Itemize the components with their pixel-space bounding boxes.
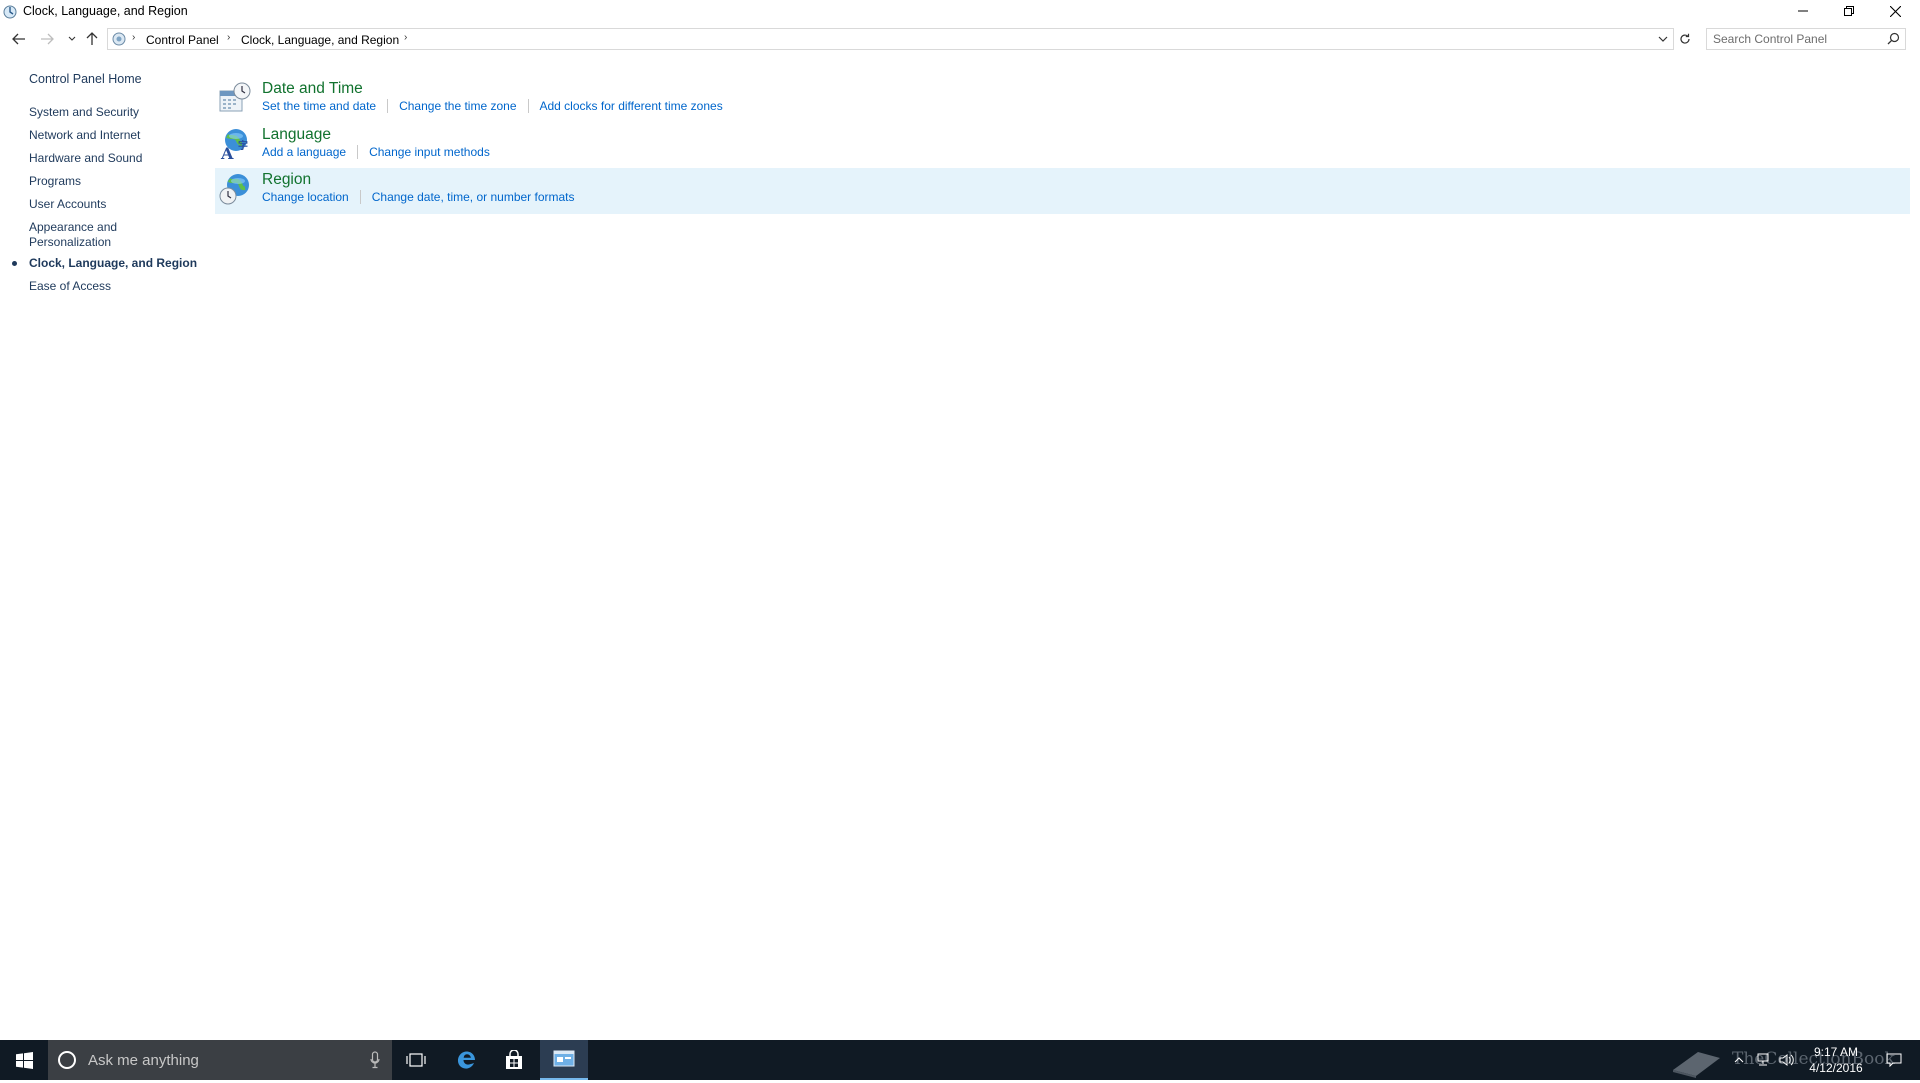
search-box[interactable] bbox=[1706, 28, 1906, 50]
change-time-zone-link[interactable]: Change the time zone bbox=[399, 99, 516, 113]
microphone-icon[interactable] bbox=[370, 1051, 380, 1074]
chevron-right-icon[interactable]: › bbox=[404, 32, 407, 43]
change-formats-link[interactable]: Change date, time, or number formats bbox=[372, 190, 575, 204]
chevron-down-icon bbox=[1658, 36, 1668, 42]
address-bar[interactable]: › Control Panel › Clock, Language, and R… bbox=[107, 28, 1674, 50]
breadcrumb-control-panel[interactable]: Control Panel bbox=[146, 33, 219, 47]
category-date-and-time: Date and Time Set the time and date Chan… bbox=[215, 77, 1910, 123]
network-icon bbox=[1757, 1053, 1769, 1066]
control-panel-icon bbox=[111, 31, 127, 47]
book-icon bbox=[1673, 1052, 1720, 1078]
recent-locations-button[interactable] bbox=[63, 30, 81, 48]
language-tasks: Add a language Change input methods bbox=[262, 145, 490, 159]
cortana-search-box[interactable]: Ask me anything bbox=[48, 1040, 392, 1080]
cortana-icon bbox=[58, 1051, 76, 1069]
region-tasks: Change location Change date, time, or nu… bbox=[262, 190, 575, 204]
date-and-time-icon[interactable] bbox=[218, 81, 252, 115]
refresh-icon bbox=[1680, 33, 1690, 44]
chevron-down-icon bbox=[68, 36, 76, 41]
title-bar: Clock, Language, and Region bbox=[0, 0, 1920, 24]
arrow-up-icon bbox=[86, 32, 98, 45]
windows-logo-icon bbox=[15, 1051, 33, 1069]
nav-ease-of-access[interactable]: Ease of Access bbox=[29, 279, 199, 294]
forward-button[interactable] bbox=[38, 30, 56, 48]
nav-programs[interactable]: Programs bbox=[29, 174, 199, 189]
back-button[interactable] bbox=[10, 30, 28, 48]
region-icon[interactable] bbox=[218, 172, 252, 206]
clock-time: 9:17 AM bbox=[1813, 1045, 1859, 1059]
show-hidden-icons-button[interactable] bbox=[1728, 1040, 1750, 1080]
refresh-button[interactable] bbox=[1676, 30, 1694, 48]
nav-system-and-security[interactable]: System and Security bbox=[29, 105, 199, 120]
edge-icon bbox=[457, 1051, 475, 1069]
arrow-right-icon bbox=[41, 33, 54, 45]
chevron-right-icon[interactable]: › bbox=[227, 32, 230, 43]
link-divider bbox=[527, 99, 529, 113]
nav-user-accounts[interactable]: User Accounts bbox=[29, 197, 199, 212]
svg-text:A: A bbox=[220, 144, 234, 161]
change-location-link[interactable]: Change location bbox=[262, 190, 349, 204]
current-section-bullet bbox=[12, 261, 17, 266]
nav-network-and-internet[interactable]: Network and Internet bbox=[29, 128, 199, 143]
category-language: A 字 Language Add a language Change input… bbox=[215, 123, 1910, 169]
arrow-left-icon bbox=[12, 33, 25, 45]
add-clocks-link[interactable]: Add clocks for different time zones bbox=[540, 99, 723, 113]
nav-clock-language-and-region[interactable]: Clock, Language, and Region bbox=[29, 256, 199, 271]
taskbar: Ask me anything TheCollectionBook 9:17 A… bbox=[0, 1040, 1920, 1080]
control-panel-taskbar-button[interactable] bbox=[540, 1040, 588, 1080]
search-icon[interactable] bbox=[1887, 32, 1900, 50]
minimize-button[interactable] bbox=[1780, 0, 1826, 22]
cortana-search-text: Ask me anything bbox=[88, 1052, 199, 1069]
store-button[interactable] bbox=[490, 1040, 538, 1080]
add-a-language-link[interactable]: Add a language bbox=[262, 145, 346, 159]
start-button[interactable] bbox=[0, 1040, 48, 1080]
task-view-icon bbox=[406, 1053, 426, 1067]
breadcrumb-clock-language-region[interactable]: Clock, Language, and Region bbox=[241, 33, 399, 47]
edge-browser-button[interactable] bbox=[442, 1040, 490, 1080]
action-center-icon bbox=[1886, 1053, 1902, 1067]
category-region[interactable]: Region Change location Change date, time… bbox=[215, 168, 1910, 214]
volume-tray-button[interactable] bbox=[1776, 1040, 1798, 1080]
up-button[interactable] bbox=[83, 30, 101, 48]
region-link[interactable]: Region bbox=[262, 171, 311, 189]
close-icon bbox=[1889, 5, 1901, 17]
link-divider bbox=[387, 99, 389, 113]
network-tray-button[interactable] bbox=[1752, 1040, 1774, 1080]
link-divider bbox=[359, 190, 361, 204]
restore-icon bbox=[1844, 6, 1854, 16]
language-icon[interactable]: A 字 bbox=[218, 127, 252, 163]
control-panel-home-link[interactable]: Control Panel Home bbox=[29, 72, 142, 86]
language-link[interactable]: Language bbox=[262, 126, 331, 144]
nav-hardware-and-sound[interactable]: Hardware and Sound bbox=[29, 151, 199, 166]
address-dropdown-button[interactable] bbox=[1656, 32, 1670, 46]
date-and-time-link[interactable]: Date and Time bbox=[262, 80, 363, 98]
window-title: Clock, Language, and Region bbox=[23, 4, 188, 18]
chevron-right-icon: › bbox=[132, 32, 136, 43]
change-input-methods-link[interactable]: Change input methods bbox=[369, 145, 490, 159]
svg-text:字: 字 bbox=[238, 139, 248, 152]
speaker-icon bbox=[1779, 1054, 1794, 1066]
control-panel-window-icon bbox=[553, 1050, 575, 1067]
set-time-and-date-link[interactable]: Set the time and date bbox=[262, 99, 376, 113]
navigation-bar: › Control Panel › Clock, Language, and R… bbox=[0, 26, 1920, 52]
close-button[interactable] bbox=[1872, 0, 1918, 22]
store-bag-icon bbox=[506, 1050, 522, 1069]
action-center-button[interactable] bbox=[1880, 1040, 1908, 1080]
date-and-time-tasks: Set the time and date Change the time zo… bbox=[262, 99, 723, 113]
taskbar-clock[interactable]: 9:17 AM 4/12/2016 bbox=[1796, 1044, 1876, 1076]
chevron-up-icon bbox=[1734, 1057, 1744, 1063]
nav-appearance-and-personalization[interactable]: Appearance and Personalization bbox=[29, 220, 129, 250]
minimize-icon bbox=[1798, 10, 1808, 12]
search-input[interactable] bbox=[1707, 29, 1877, 49]
control-panel-app-icon bbox=[2, 4, 18, 20]
clock-date: 4/12/2016 bbox=[1809, 1061, 1863, 1075]
task-view-button[interactable] bbox=[392, 1040, 440, 1080]
link-divider bbox=[357, 145, 359, 159]
restore-button[interactable] bbox=[1826, 0, 1872, 22]
